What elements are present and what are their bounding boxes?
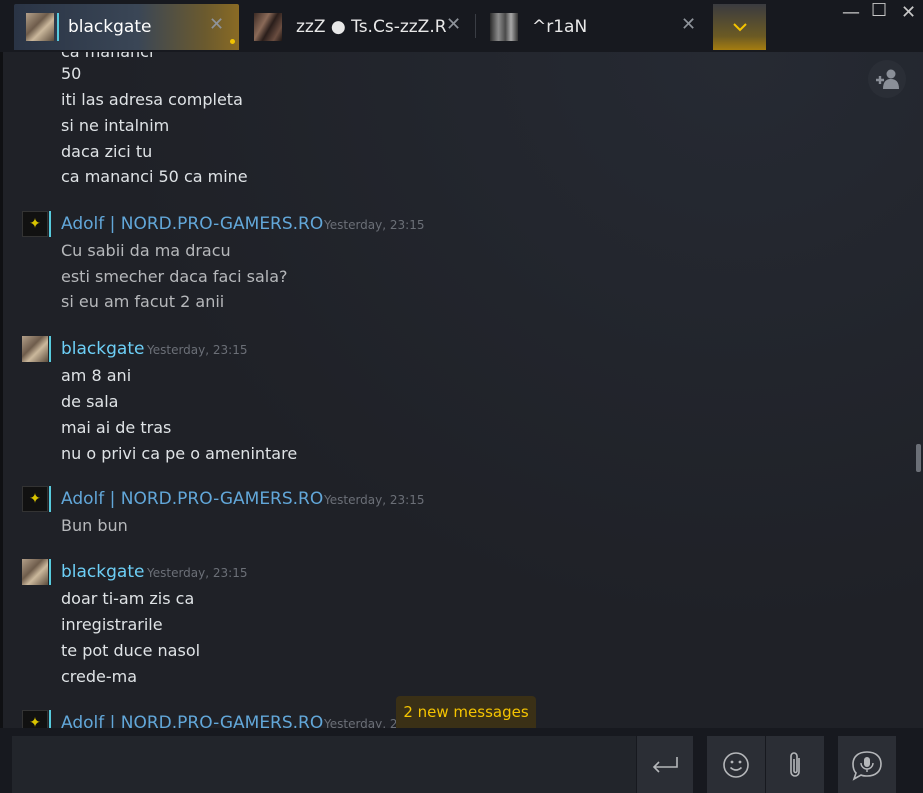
message-line: si ne intalnim xyxy=(61,116,170,135)
timestamp: Yesterday, 23:15 xyxy=(147,343,248,357)
message-line: Bun bun xyxy=(61,516,128,535)
avatar[interactable]: ✦ xyxy=(22,211,48,237)
avatar[interactable]: ✦ xyxy=(22,486,48,512)
message-line: crede-ma xyxy=(61,667,138,686)
avatar xyxy=(26,13,59,41)
sender-name[interactable]: Adolf | NORD.PRO-GAMERS.RO xyxy=(61,489,323,509)
paperclip-icon xyxy=(790,751,800,777)
tab-label: ^r1aN xyxy=(532,17,588,37)
online-indicator xyxy=(49,211,51,237)
close-icon[interactable]: ✕ xyxy=(209,14,224,35)
unread-dot xyxy=(230,39,235,44)
avatar[interactable]: ✦ xyxy=(22,710,48,728)
timestamp: Yesterday, 23:15 xyxy=(147,566,248,580)
message-input[interactable] xyxy=(12,736,636,793)
tab-divider xyxy=(475,14,476,38)
avatar[interactable] xyxy=(22,336,48,362)
tab-blackgate[interactable]: blackgate ✕ xyxy=(14,4,239,50)
minimize-button[interactable]: — xyxy=(842,2,860,23)
message-line: ca mananci 50 ca mine xyxy=(61,167,248,186)
online-indicator xyxy=(49,486,51,512)
timestamp: Yesterday, 23:15 xyxy=(324,218,425,232)
add-friend-button[interactable] xyxy=(868,60,906,98)
maximize-button[interactable]: ☐ xyxy=(871,0,887,21)
avatar xyxy=(254,13,282,41)
message-line: Cu sabii da ma dracu xyxy=(61,241,231,260)
attach-button[interactable] xyxy=(766,736,824,793)
sender-name[interactable]: blackgate xyxy=(61,339,144,359)
sender-name[interactable]: Adolf | NORD.PRO-GAMERS.RO xyxy=(61,214,323,234)
timestamp: Yesterday, 2 xyxy=(324,717,398,728)
tab-bar: blackgate ✕ zzZ ● Ts.Cs-zzZ.Ro ✕ ^r1aN ✕… xyxy=(0,0,923,52)
microphone-icon xyxy=(852,750,882,781)
add-user-icon xyxy=(876,69,899,89)
tab-r1an[interactable]: ^r1aN ✕ xyxy=(478,4,706,50)
tab-label: blackgate xyxy=(68,17,152,37)
message-line: nu o privi ca pe o amenintare xyxy=(61,444,298,463)
message-line: mai ai de tras xyxy=(61,418,172,437)
message-line: te pot duce nasol xyxy=(61,641,201,660)
message-line: 50 xyxy=(61,64,82,83)
message-line: am 8 ani xyxy=(61,366,132,385)
message-line: si eu am facut 2 anii xyxy=(61,292,225,311)
online-indicator xyxy=(57,13,59,41)
message-line: de sala xyxy=(61,392,119,411)
message-line: inregistrarile xyxy=(61,615,163,634)
close-icon[interactable]: ✕ xyxy=(446,14,461,35)
composer xyxy=(0,728,923,793)
message-line: daca zici tu xyxy=(61,142,153,161)
more-tabs-button[interactable] xyxy=(713,4,766,50)
emoticon-button[interactable] xyxy=(707,736,765,793)
send-button[interactable] xyxy=(637,736,693,793)
timestamp: Yesterday, 23:15 xyxy=(324,493,425,507)
avatar[interactable] xyxy=(22,559,48,585)
avatar xyxy=(490,13,518,41)
chat-log[interactable]: ca mananci 50 iti las adresa completa si… xyxy=(0,52,923,728)
tab-zzz[interactable]: zzZ ● Ts.Cs-zzZ.Ro ✕ xyxy=(242,4,472,50)
tab-label: zzZ ● Ts.Cs-zzZ.Ro xyxy=(296,17,446,37)
online-indicator xyxy=(49,336,51,362)
enter-icon xyxy=(652,756,678,773)
sender-name[interactable]: blackgate xyxy=(61,562,144,582)
online-indicator xyxy=(49,559,51,585)
close-icon[interactable]: ✕ xyxy=(681,14,696,35)
window-edge xyxy=(0,52,3,728)
chevron-down-icon xyxy=(732,23,747,32)
message-line: iti las adresa completa xyxy=(61,90,243,109)
close-window-button[interactable]: ✕ xyxy=(901,2,916,23)
sender-name[interactable]: Adolf | NORD.PRO-GAMERS.RO xyxy=(61,713,323,728)
message-line-partial: ca mananci xyxy=(61,52,153,61)
scrollbar-thumb[interactable] xyxy=(916,444,921,472)
message-line: doar ti-am zis ca xyxy=(61,589,195,608)
message-line: esti smecher daca faci sala? xyxy=(61,267,288,286)
new-messages-button[interactable]: 2 new messages xyxy=(396,696,536,728)
voice-chat-button[interactable] xyxy=(838,736,896,793)
online-indicator xyxy=(49,710,51,728)
smiley-icon xyxy=(723,751,749,778)
